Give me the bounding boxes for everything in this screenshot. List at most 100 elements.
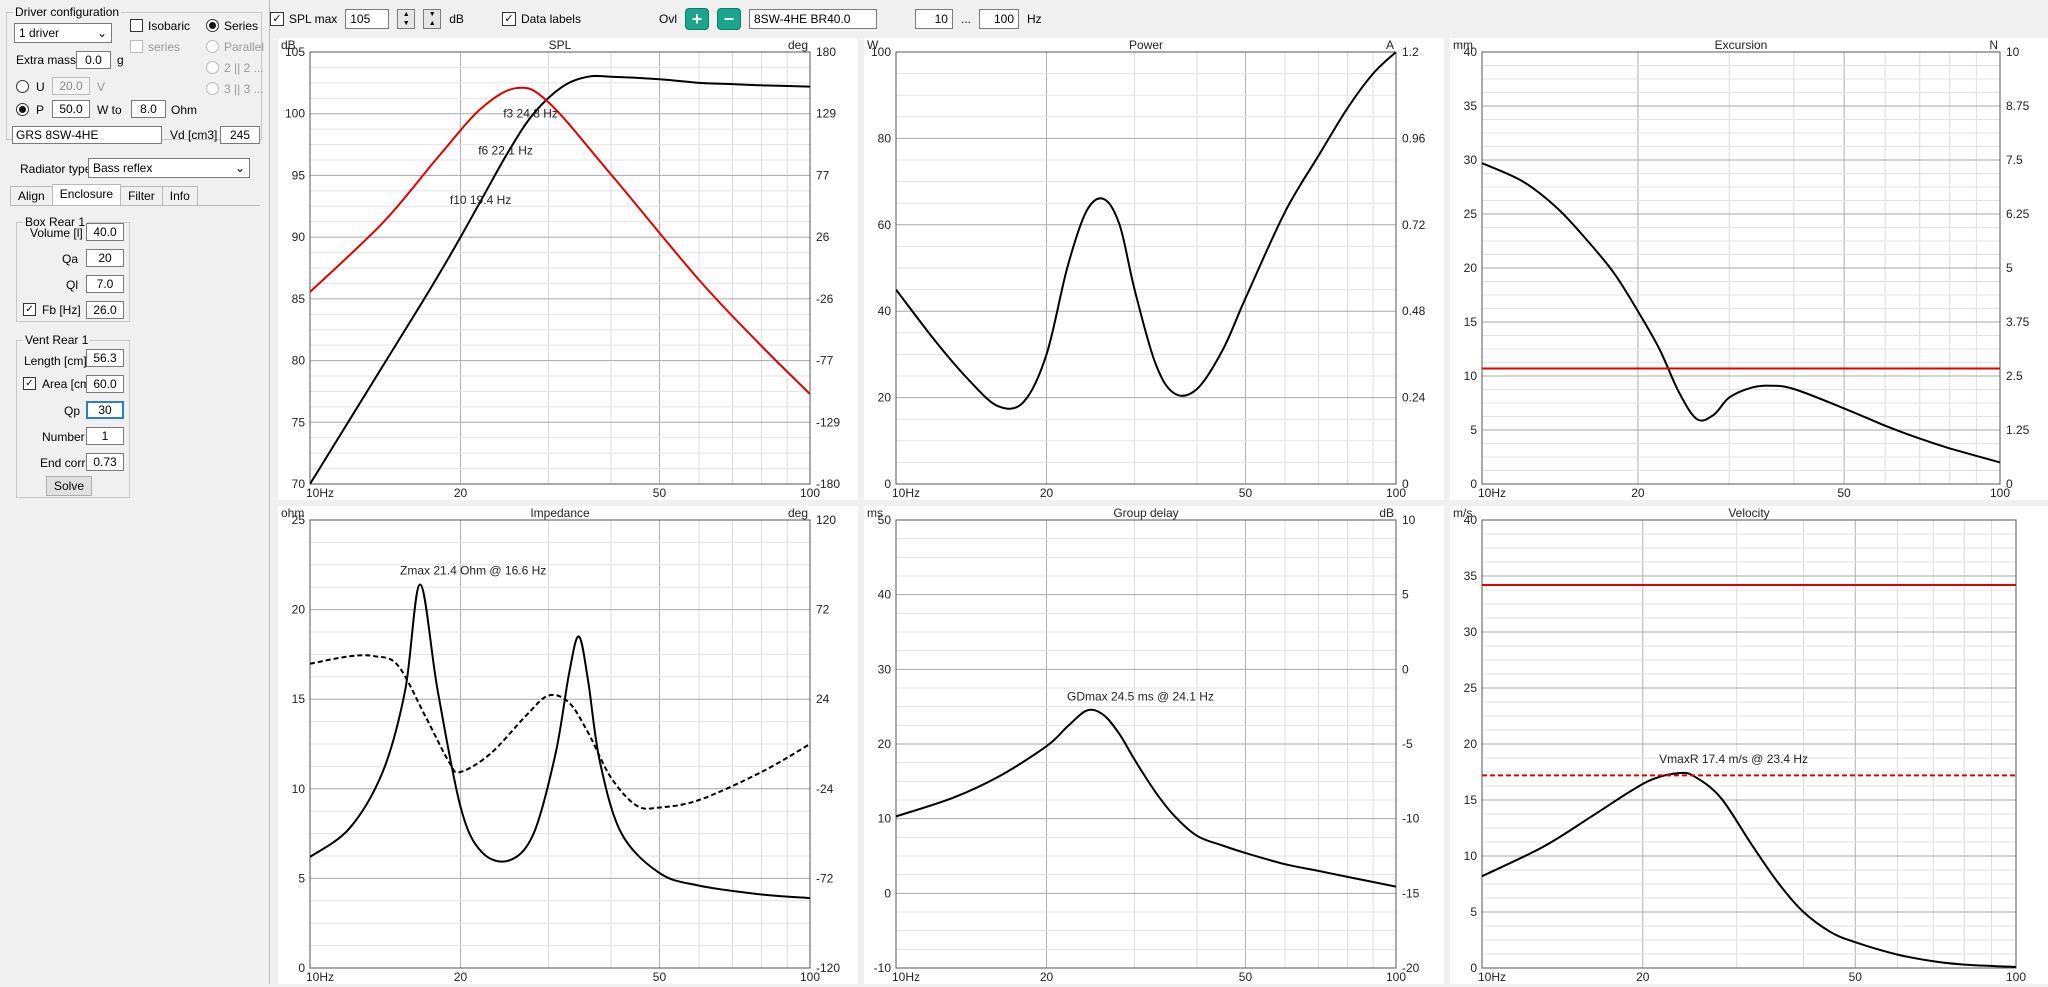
series-line-1 bbox=[310, 86, 810, 395]
x-tick-label: 50 bbox=[1837, 486, 1851, 500]
y2-tick-label: 5 bbox=[1402, 588, 1409, 602]
spl-max-spinner[interactable]: ▲ ▼ bbox=[397, 9, 416, 29]
y-tick-label: 0 bbox=[884, 886, 891, 900]
solve-button[interactable]: Solve bbox=[46, 476, 92, 496]
y2-tick-label: 1.2 bbox=[1402, 45, 1419, 59]
data-label: Zmax 21.4 Ohm @ 16.6 Hz bbox=[400, 564, 546, 578]
spin-min-icon[interactable]: ▲ bbox=[424, 19, 440, 28]
y-tick-label: 40 bbox=[1464, 513, 1478, 527]
x-tick-label: 20 bbox=[1040, 970, 1054, 984]
data-labels-label: Data labels bbox=[520, 12, 581, 26]
tab-info[interactable]: Info bbox=[161, 186, 198, 205]
impedance-input[interactable]: 8.0 bbox=[131, 100, 166, 118]
data-labels-checkbox[interactable]: ✓ bbox=[501, 12, 516, 26]
y2-tick-label: 8.75 bbox=[2006, 99, 2030, 113]
length-input[interactable]: 56.3 bbox=[86, 349, 124, 367]
y-tick-label: 85 bbox=[292, 292, 306, 306]
freq-min-input[interactable]: 10 bbox=[914, 9, 953, 29]
power-input[interactable]: 50.0 bbox=[52, 100, 90, 118]
excursion-svg: Excursionmm N051015202530354001.252.53.75… bbox=[1453, 38, 2030, 500]
plus-icon: + bbox=[691, 8, 703, 29]
radiator-type-select[interactable]: Bass reflex ⌄ bbox=[88, 158, 250, 178]
number-input[interactable]: 1 bbox=[86, 427, 124, 445]
spin-up-icon[interactable]: ▲ bbox=[398, 10, 414, 19]
y-tick-label: 0 bbox=[1470, 477, 1477, 491]
end-corr-input[interactable]: 0.73 bbox=[86, 453, 124, 471]
extra-mass-unit: g bbox=[117, 53, 124, 67]
voltage-label: U bbox=[36, 80, 45, 94]
series-radio[interactable] bbox=[206, 19, 219, 32]
isobaric-series-label: series bbox=[148, 40, 181, 54]
qa-input[interactable]: 20 bbox=[86, 249, 124, 267]
config-3x3-label: 3 || 3 ... bbox=[224, 82, 264, 96]
power-radio[interactable] bbox=[16, 103, 29, 116]
ql-input[interactable]: 7.0 bbox=[86, 275, 124, 293]
project-name-input[interactable]: 8SW-4HE BR40.0 bbox=[748, 9, 877, 29]
voltage-radio[interactable] bbox=[16, 80, 29, 93]
series-line-0 bbox=[1482, 162, 2000, 464]
chart-title: Velocity bbox=[1728, 506, 1769, 520]
qp-input[interactable]: 30 bbox=[86, 401, 124, 419]
ovl-label: Ovl bbox=[658, 12, 677, 26]
y-tick-label: 105 bbox=[285, 45, 305, 59]
hz-unit-label: Hz bbox=[1027, 12, 1042, 26]
power-label: P bbox=[36, 103, 45, 117]
minus-icon: − bbox=[723, 8, 735, 29]
spin-down-icon[interactable]: ▼ bbox=[398, 19, 414, 28]
tab-filter[interactable]: Filter bbox=[120, 186, 163, 205]
spl-max-input[interactable]: 105 bbox=[345, 9, 390, 29]
y2-tick-label: -10 bbox=[1402, 812, 1420, 826]
driver-count-select[interactable]: 1 driver ⌄ bbox=[14, 23, 112, 43]
x-tick-label: 20 bbox=[1636, 970, 1650, 984]
y-tick-label: 30 bbox=[878, 662, 892, 676]
fb-checkbox[interactable]: ✓ bbox=[23, 303, 36, 316]
voltage-input[interactable]: 20.0 bbox=[52, 77, 90, 95]
y-tick-label: 10 bbox=[878, 812, 892, 826]
extra-mass-input[interactable]: 0.0 bbox=[76, 51, 111, 69]
y-tick-label: 60 bbox=[878, 218, 892, 232]
y-tick-label: 20 bbox=[1464, 737, 1478, 751]
isobaric-series-checkbox[interactable] bbox=[130, 40, 143, 53]
y-tick-label: 5 bbox=[1470, 423, 1477, 437]
y2-tick-label: 0.72 bbox=[1402, 218, 1426, 232]
config-3x3-radio[interactable] bbox=[206, 82, 219, 95]
tab-align[interactable]: Align bbox=[10, 186, 53, 205]
volume-input[interactable]: 40.0 bbox=[86, 223, 124, 241]
config-2x2-radio[interactable] bbox=[206, 61, 219, 74]
excursion-chart: Excursion mm N 0 5 10 15 20 25 30 35 40 0 1.25 2.5 3.75… bbox=[1450, 38, 2048, 500]
y-tick-label: 20 bbox=[1464, 261, 1478, 275]
x-tick-label: 100 bbox=[2006, 970, 2026, 984]
qa-label: Qa bbox=[62, 252, 79, 266]
fb-input[interactable]: 26.0 bbox=[86, 301, 124, 319]
y-tick-label: 35 bbox=[1464, 569, 1478, 583]
isobaric-checkbox[interactable] bbox=[130, 19, 143, 32]
tab-enclosure[interactable]: Enclosure bbox=[51, 184, 122, 205]
remove-overlay-button[interactable]: − bbox=[716, 8, 741, 30]
chart-title: Group delay bbox=[1113, 506, 1178, 520]
add-overlay-button[interactable]: + bbox=[684, 8, 709, 30]
spl-max-checkbox[interactable]: ✓ bbox=[270, 12, 284, 26]
area-input[interactable]: 60.0 bbox=[86, 375, 124, 393]
chevron-down-icon: ⌄ bbox=[234, 161, 245, 175]
isobaric-label: Isobaric bbox=[148, 19, 191, 33]
y-tick-label: 0 bbox=[298, 961, 305, 975]
y-tick-label: 70 bbox=[292, 477, 306, 491]
y-tick-label: 90 bbox=[292, 230, 306, 244]
volume-label: Volume [l] bbox=[30, 226, 83, 240]
y2-tick-label: -15 bbox=[1402, 886, 1420, 900]
y2-tick-label: 10 bbox=[1402, 513, 1416, 527]
driver-name-field[interactable]: GRS 8SW-4HE bbox=[12, 126, 162, 144]
y-tick-label: 5 bbox=[1470, 905, 1477, 919]
spl-max-reset[interactable]: ▼ ▲ bbox=[423, 9, 442, 29]
parallel-radio[interactable] bbox=[206, 40, 219, 53]
x-tick-label: 10Hz bbox=[306, 970, 334, 984]
x-tick-label: 50 bbox=[653, 486, 667, 500]
y2-tick-label: 120 bbox=[816, 513, 836, 527]
spin-max-icon[interactable]: ▼ bbox=[424, 10, 440, 19]
y-axis-unit-right: A bbox=[1386, 38, 1394, 52]
radiator-type-value: Bass reflex bbox=[93, 161, 153, 175]
impedance-chart: Impedance ohm deg 0 5 10 15 20 25 -120 -72 -24 24 72 1… bbox=[278, 506, 858, 984]
area-checkbox[interactable]: ✓ bbox=[23, 377, 36, 390]
y2-tick-label: -77 bbox=[816, 354, 834, 368]
freq-max-input[interactable]: 100 bbox=[979, 9, 1019, 29]
